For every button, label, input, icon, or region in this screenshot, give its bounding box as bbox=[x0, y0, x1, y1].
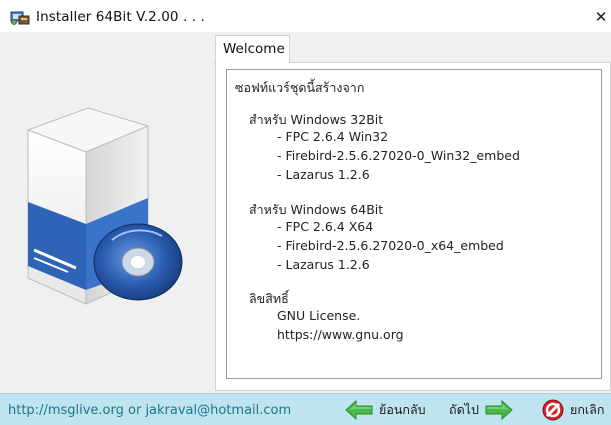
back-label: ย้อนกลับ bbox=[379, 402, 426, 417]
next-label: ถัดไป bbox=[449, 402, 479, 417]
cancel-button[interactable]: ยกเลิก bbox=[542, 398, 604, 422]
installer-body: Welcome ซอฟท์แวร์ชุดนี้สร้างจาก สำหรับ W… bbox=[0, 32, 611, 393]
tab-welcome-label: Welcome bbox=[223, 41, 285, 57]
license-heading: ลิขสิทธิ์ bbox=[249, 291, 289, 306]
software-box-illustration bbox=[26, 107, 183, 305]
close-button[interactable]: ✕ bbox=[591, 6, 611, 28]
win64-firebird: - Firebird-2.5.6.27020-0_x64_embed bbox=[277, 238, 504, 253]
win64-lazarus: - Lazarus 1.2.6 bbox=[277, 257, 370, 272]
close-icon: ✕ bbox=[594, 8, 608, 26]
cancel-icon bbox=[542, 399, 564, 421]
contact-link[interactable]: http://msglive.org or jakraval@hotmail.c… bbox=[8, 403, 291, 418]
win32-fpc: - FPC 2.6.4 Win32 bbox=[277, 129, 389, 144]
license-name: GNU License. bbox=[277, 308, 361, 323]
win64-fpc: - FPC 2.6.4 X64 bbox=[277, 219, 374, 234]
win32-heading: สำหรับ Windows 32Bit bbox=[249, 112, 384, 127]
back-button[interactable]: ย้อนกลับ bbox=[345, 398, 426, 422]
welcome-panel: ซอฟท์แวร์ชุดนี้สร้างจาก สำหรับ Windows 3… bbox=[215, 63, 611, 391]
tab-welcome[interactable]: Welcome bbox=[215, 35, 290, 64]
info-textbox[interactable]: ซอฟท์แวร์ชุดนี้สร้างจาก สำหรับ Windows 3… bbox=[226, 69, 602, 379]
window-title: Installer 64Bit V.2.00 . . . bbox=[36, 9, 205, 25]
next-button[interactable]: ถัดไป bbox=[449, 398, 513, 422]
license-url: https://www.gnu.org bbox=[277, 327, 404, 342]
cancel-label: ยกเลิก bbox=[570, 402, 605, 417]
win32-firebird: - Firebird-2.5.6.27020-0_Win32_embed bbox=[277, 148, 520, 163]
arrow-left-icon bbox=[345, 400, 373, 420]
footer-bar: http://msglive.org or jakraval@hotmail.c… bbox=[0, 393, 611, 425]
win64-heading: สำหรับ Windows 64Bit bbox=[249, 202, 384, 217]
arrow-right-icon bbox=[485, 400, 513, 420]
win32-lazarus: - Lazarus 1.2.6 bbox=[277, 167, 370, 182]
intro-line: ซอฟท์แวร์ชุดนี้สร้างจาก bbox=[235, 80, 365, 95]
title-bar: Installer 64Bit V.2.00 . . . ✕ bbox=[0, 0, 611, 32]
installer-app-icon bbox=[10, 11, 30, 25]
